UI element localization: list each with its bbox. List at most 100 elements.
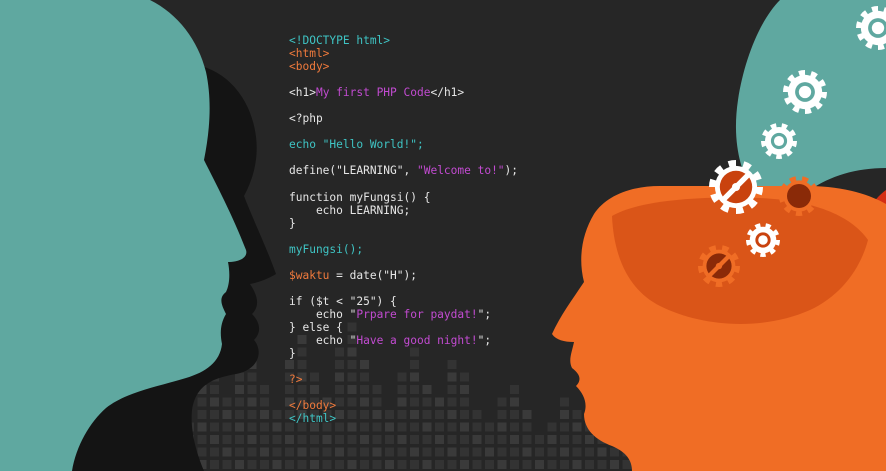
pixel-block — [222, 410, 232, 419]
code-line: <h1>My first PHP Code</h1> — [289, 86, 518, 99]
pixel-block — [285, 447, 294, 457]
pixel-block — [585, 460, 594, 469]
code-token: "Welcome to!" — [416, 164, 505, 178]
pixel-block — [347, 447, 357, 457]
code-token: Prpare for paydat! — [356, 307, 478, 321]
pixel-block — [347, 460, 357, 469]
pixel-block — [272, 460, 282, 469]
pixel-block — [410, 435, 419, 444]
pixel-block — [435, 435, 444, 444]
pixel-block — [347, 435, 357, 444]
pixel-block — [610, 460, 619, 469]
pixel-block — [572, 435, 582, 444]
pixel-block — [422, 435, 432, 444]
pixel-block — [260, 460, 269, 469]
pixel-block — [560, 447, 569, 457]
pixel-block — [247, 397, 257, 407]
code-line: echo "Hello World!"; — [289, 138, 518, 151]
code-token: echo LEARNING; — [289, 203, 411, 217]
code-token: "; — [477, 334, 492, 348]
pixel-block — [535, 435, 544, 444]
code-token: Have a good night! — [356, 334, 478, 348]
pixel-block — [197, 397, 207, 407]
pixel-block — [210, 422, 219, 432]
pixel-block — [260, 435, 269, 444]
pixel-block — [522, 447, 532, 457]
pixel-block — [560, 435, 569, 444]
pixel-block — [560, 460, 569, 469]
pixel-block — [210, 385, 219, 394]
pixel-block — [235, 435, 244, 444]
pixel-block — [422, 460, 432, 469]
pixel-block — [197, 435, 207, 444]
code-token: ); — [504, 164, 519, 178]
pixel-block — [210, 447, 219, 457]
pixel-block — [547, 435, 557, 444]
pixel-block — [410, 460, 419, 469]
pixel-block — [222, 397, 232, 407]
pixel-block — [197, 447, 207, 457]
pixel-block — [522, 422, 532, 432]
code-token: define("LEARNING", — [289, 164, 417, 178]
code-line: ?> — [289, 373, 518, 386]
pixel-block — [235, 447, 244, 457]
code-line: if ($t < "25") { — [289, 295, 518, 308]
pixel-block — [247, 460, 257, 469]
pixel-block — [572, 460, 582, 469]
pixel-block — [435, 460, 444, 469]
pixel-block — [247, 372, 257, 382]
pixel-block — [210, 460, 219, 469]
pixel-block — [585, 447, 594, 457]
pixel-block — [572, 422, 582, 432]
pixel-block — [522, 410, 532, 419]
code-line: myFungsi(); — [289, 243, 518, 256]
code-token: <html> — [289, 47, 330, 61]
pixel-block — [497, 435, 507, 444]
code-line: function myFungsi() { — [289, 191, 518, 204]
pixel-block — [335, 447, 344, 457]
code-token: My first PHP Code — [315, 86, 431, 100]
pixel-block — [222, 435, 232, 444]
pixel-block — [310, 435, 319, 444]
pixel-block — [247, 410, 257, 419]
illustration: <!DOCTYPE html> <html> <body> <h1>My first… — [0, 0, 886, 471]
pixel-block — [297, 447, 307, 457]
pixel-block — [472, 435, 482, 444]
pixel-block — [235, 385, 244, 394]
pixel-block — [322, 447, 332, 457]
code-token: echo " — [289, 307, 357, 321]
pixel-block — [497, 460, 507, 469]
pixel-block — [210, 397, 219, 407]
pixel-block — [385, 460, 394, 469]
code-token: <body> — [289, 60, 330, 74]
pixel-block — [247, 422, 257, 432]
code-token: $waktu — [289, 268, 330, 282]
code-token: function myFungsi() { — [289, 190, 431, 204]
pixel-block — [560, 397, 569, 407]
pixel-block — [272, 410, 282, 419]
pixel-block — [497, 447, 507, 457]
pixel-block — [322, 435, 332, 444]
pixel-block — [485, 447, 494, 457]
pixel-block — [385, 435, 394, 444]
code-line: $waktu = date("H"); — [289, 269, 518, 282]
pixel-block — [535, 447, 544, 457]
pixel-block — [247, 385, 257, 394]
pixel-block — [222, 422, 232, 432]
pixel-block — [572, 410, 582, 419]
code-token: </body> — [289, 399, 337, 413]
pixel-block — [485, 460, 494, 469]
code-line: define("LEARNING", "Welcome to!"); — [289, 164, 518, 177]
pixel-block — [235, 460, 244, 469]
code-token: echo "Hello World!"; — [289, 138, 424, 152]
code-token: myFungsi(); — [289, 242, 364, 256]
pixel-block — [447, 435, 457, 444]
pixel-block — [272, 435, 282, 444]
pixel-block — [297, 460, 307, 469]
pixel-block — [260, 385, 269, 394]
pixel-block — [310, 447, 319, 457]
